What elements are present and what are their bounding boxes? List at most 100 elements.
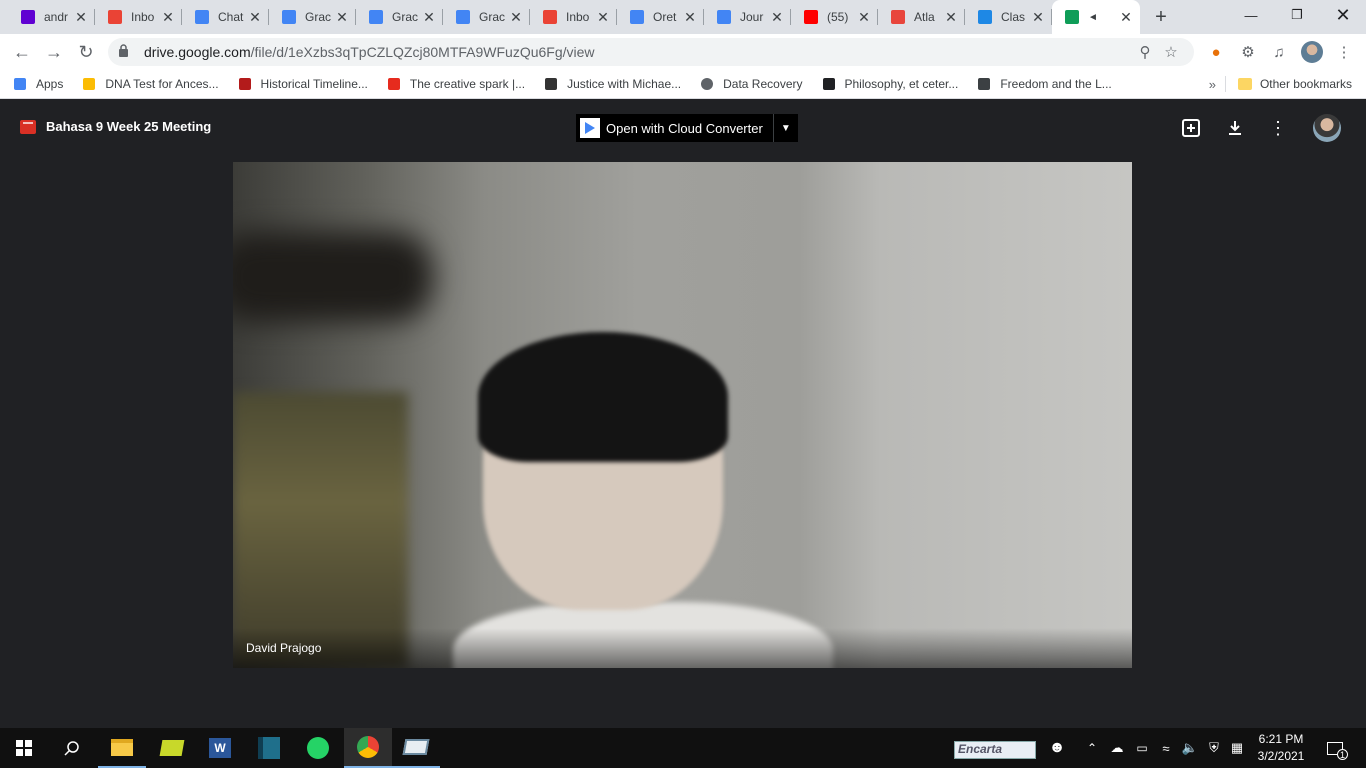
- chrome-icon[interactable]: [344, 728, 392, 768]
- bookmark-item[interactable]: DNA Test for Ances...: [81, 76, 219, 92]
- whatsapp-icon[interactable]: [294, 728, 342, 768]
- people-icon[interactable]: ☻: [1040, 728, 1074, 768]
- close-tab-icon[interactable]: ✕: [160, 9, 176, 25]
- browser-tab[interactable]: ◄ ✕: [1052, 0, 1140, 34]
- browser-tab[interactable]: Inbo ✕: [530, 0, 617, 34]
- docs-icon: [455, 9, 471, 25]
- browser-tab[interactable]: Clas ✕: [965, 0, 1052, 34]
- chevron-down-icon[interactable]: ▼: [774, 123, 798, 134]
- close-tab-icon[interactable]: ✕: [682, 9, 698, 25]
- bookmark-item[interactable]: Historical Timeline...: [237, 76, 368, 92]
- open-with-main[interactable]: Open with Cloud Converter: [576, 114, 774, 142]
- browser-tab[interactable]: Grac ✕: [269, 0, 356, 34]
- zoom-icon[interactable]: ⚲: [1132, 43, 1158, 61]
- browser-tab[interactable]: (55) ✕: [791, 0, 878, 34]
- tab-title: Jour: [740, 10, 764, 24]
- onedrive-icon[interactable]: ☁: [1104, 728, 1130, 768]
- close-window-icon[interactable]: ✕: [1320, 0, 1366, 30]
- bookmark-item[interactable]: Apps: [12, 76, 63, 92]
- browser-tab[interactable]: Oret ✕: [617, 0, 704, 34]
- close-tab-icon[interactable]: ✕: [421, 9, 437, 25]
- gmail-icon: [542, 9, 558, 25]
- add-to-drive-icon[interactable]: [1179, 116, 1203, 140]
- close-tab-icon[interactable]: ✕: [508, 9, 524, 25]
- close-tab-icon[interactable]: ✕: [943, 9, 959, 25]
- close-tab-icon[interactable]: ✕: [595, 9, 611, 25]
- close-tab-icon[interactable]: ✕: [1030, 9, 1046, 25]
- notification-center-icon[interactable]: 1: [1322, 736, 1348, 760]
- background-shelf: [233, 232, 433, 322]
- close-tab-icon[interactable]: ✕: [334, 9, 350, 25]
- browser-tab[interactable]: andr ✕: [8, 0, 95, 34]
- file-explorer-icon[interactable]: [98, 728, 146, 768]
- close-tab-icon[interactable]: ✕: [856, 9, 872, 25]
- extension-fire-icon[interactable]: ●: [1202, 37, 1230, 67]
- close-tab-icon[interactable]: ✕: [247, 9, 263, 25]
- word-icon[interactable]: W: [196, 728, 244, 768]
- browser-toolbar: ← → ↻ drive.google.com/file/d/1eXzbs3qTp…: [0, 34, 1366, 70]
- bookmark-item[interactable]: Philosophy, et ceter...: [821, 76, 958, 92]
- url-text: drive.google.com/file/d/1eXzbs3qTpCZLQZc…: [144, 44, 595, 60]
- bookmark-item[interactable]: Freedom and the L...: [976, 76, 1112, 92]
- sticky-notes-icon[interactable]: [148, 728, 196, 768]
- bookmark-item[interactable]: Data Recovery: [699, 76, 803, 92]
- bookmark-label: Historical Timeline...: [260, 77, 368, 91]
- security-shield-icon[interactable]: ⛨: [1202, 728, 1226, 768]
- app-icon[interactable]: [245, 728, 293, 768]
- lock-icon[interactable]: [118, 44, 134, 60]
- other-bookmarks[interactable]: Other bookmarks: [1224, 76, 1352, 92]
- encarta-toolbar[interactable]: Encarta: [954, 741, 1036, 759]
- keyboard-icon[interactable]: ▦: [1226, 728, 1248, 768]
- browser-tab[interactable]: Grac ✕: [443, 0, 530, 34]
- new-tab-button[interactable]: +: [1146, 0, 1176, 34]
- docs-icon: [194, 9, 210, 25]
- windows-start-icon[interactable]: [0, 728, 48, 768]
- bookmarks-overflow-icon[interactable]: »: [1209, 77, 1216, 92]
- close-tab-icon[interactable]: ✕: [769, 9, 785, 25]
- close-tab-icon[interactable]: ✕: [1118, 9, 1134, 25]
- profile-avatar[interactable]: [1298, 37, 1326, 67]
- reload-icon[interactable]: ↻: [70, 36, 102, 68]
- phi-icon: [821, 76, 837, 92]
- tray-overflow-icon[interactable]: ⌃: [1080, 728, 1104, 768]
- browser-tab[interactable]: Jour ✕: [704, 0, 791, 34]
- browser-tab[interactable]: Atla ✕: [878, 0, 965, 34]
- drive-icon: [1064, 9, 1080, 25]
- media-control-icon[interactable]: ♫: [1265, 37, 1293, 67]
- bookmark-item[interactable]: Justice with Michae...: [543, 76, 681, 92]
- participant-hair: [478, 332, 728, 462]
- globe-icon: [699, 76, 715, 92]
- address-bar[interactable]: drive.google.com/file/d/1eXzbs3qTpCZLQZc…: [108, 38, 1194, 66]
- bookmark-item[interactable]: The creative spark |...: [386, 76, 525, 92]
- minimize-icon[interactable]: —: [1228, 0, 1274, 30]
- download-icon[interactable]: [1223, 116, 1247, 140]
- video-player[interactable]: David Prajogo: [233, 162, 1132, 668]
- system-clock[interactable]: 6:21 PM 3/2/2021: [1252, 731, 1310, 765]
- classroom-icon: [977, 9, 993, 25]
- search-icon[interactable]: [48, 728, 96, 768]
- atlas-icon: [890, 9, 906, 25]
- browser-tab[interactable]: Chat ✕: [182, 0, 269, 34]
- volume-icon[interactable]: 🔈: [1178, 728, 1202, 768]
- back-icon[interactable]: ←: [6, 36, 38, 68]
- account-avatar[interactable]: [1313, 114, 1341, 142]
- wifi-icon[interactable]: ≈: [1154, 728, 1178, 768]
- browser-tab[interactable]: Inbo ✕: [95, 0, 182, 34]
- open-with-button[interactable]: Open with Cloud Converter ▼: [576, 114, 798, 142]
- tab-title: Grac: [392, 10, 419, 24]
- more-options-icon[interactable]: ⋮: [1266, 116, 1290, 140]
- close-tab-icon[interactable]: ✕: [73, 9, 89, 25]
- browser-tab[interactable]: Grac ✕: [356, 0, 443, 34]
- restore-icon[interactable]: ❐: [1274, 0, 1320, 30]
- extensions-puzzle-icon[interactable]: ⚙: [1234, 37, 1262, 67]
- chrome-menu-icon[interactable]: ⋮: [1330, 37, 1358, 67]
- battery-icon[interactable]: ▭: [1130, 728, 1154, 768]
- file-title: Bahasa 9 Week 25 Meeting: [20, 119, 211, 134]
- forward-icon[interactable]: →: [38, 36, 70, 68]
- bookmark-star-icon[interactable]: ☆: [1158, 43, 1184, 61]
- book-reader-icon[interactable]: [392, 728, 440, 768]
- tab-title: Chat: [218, 10, 244, 24]
- tab-title: Clas: [1001, 10, 1026, 24]
- tab-audio-icon[interactable]: ◄: [1088, 12, 1098, 23]
- windows-taskbar: W Encarta ☻ ⌃ ☁ ▭ ≈ 🔈 ⛨ ▦ 6:21 PM 3/2/20…: [0, 728, 1366, 768]
